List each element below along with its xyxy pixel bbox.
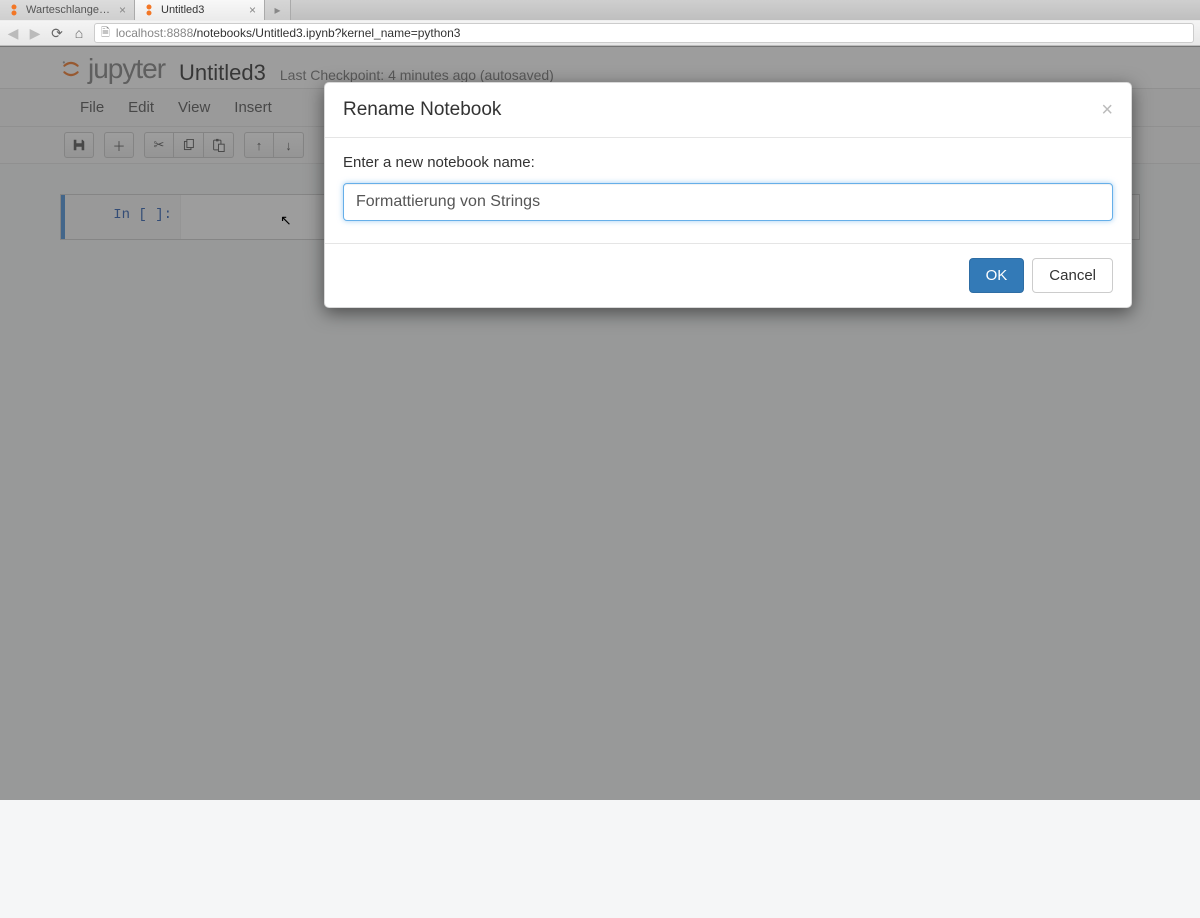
notebook-name-input[interactable] xyxy=(343,183,1113,221)
modal-title: Rename Notebook xyxy=(343,99,501,121)
browser-tab-active[interactable]: Untitled3 × xyxy=(135,0,265,20)
reload-icon[interactable]: ⟳ xyxy=(50,25,64,42)
url-bar: ◀ ▶ ⟳ ⌂ 🗎 localhost:8888/notebooks/Untit… xyxy=(0,20,1200,46)
close-tab-icon[interactable]: × xyxy=(119,3,126,17)
browser-chrome: Warteschlange Uebu × Untitled3 × ▸ ◀ ▶ ⟳… xyxy=(0,0,1200,47)
browser-tab[interactable]: Warteschlange Uebu × xyxy=(0,0,135,20)
jupyter-favicon-icon xyxy=(8,4,20,16)
close-modal-button[interactable]: × xyxy=(1101,100,1113,120)
modal-prompt-label: Enter a new notebook name: xyxy=(343,154,1113,171)
page-info-icon: 🗎 xyxy=(101,24,110,43)
forward-icon[interactable]: ▶ xyxy=(28,25,42,42)
tab-bar: Warteschlange Uebu × Untitled3 × ▸ xyxy=(0,0,1200,20)
new-tab-button[interactable]: ▸ xyxy=(265,0,291,20)
cancel-button[interactable]: Cancel xyxy=(1032,258,1113,293)
jupyter-favicon-icon xyxy=(143,4,155,16)
rename-notebook-modal: Rename Notebook × Enter a new notebook n… xyxy=(324,82,1132,308)
tab-title: Warteschlange Uebu xyxy=(26,4,113,16)
url-input[interactable]: 🗎 localhost:8888/notebooks/Untitled3.ipy… xyxy=(94,23,1194,43)
back-icon[interactable]: ◀ xyxy=(6,25,20,42)
home-icon[interactable]: ⌂ xyxy=(72,25,86,41)
close-icon: × xyxy=(1101,99,1113,121)
url-text: localhost:8888/notebooks/Untitled3.ipynb… xyxy=(116,26,461,40)
close-tab-icon[interactable]: × xyxy=(249,3,256,17)
ok-button[interactable]: OK xyxy=(969,258,1025,293)
tab-title: Untitled3 xyxy=(161,4,243,16)
